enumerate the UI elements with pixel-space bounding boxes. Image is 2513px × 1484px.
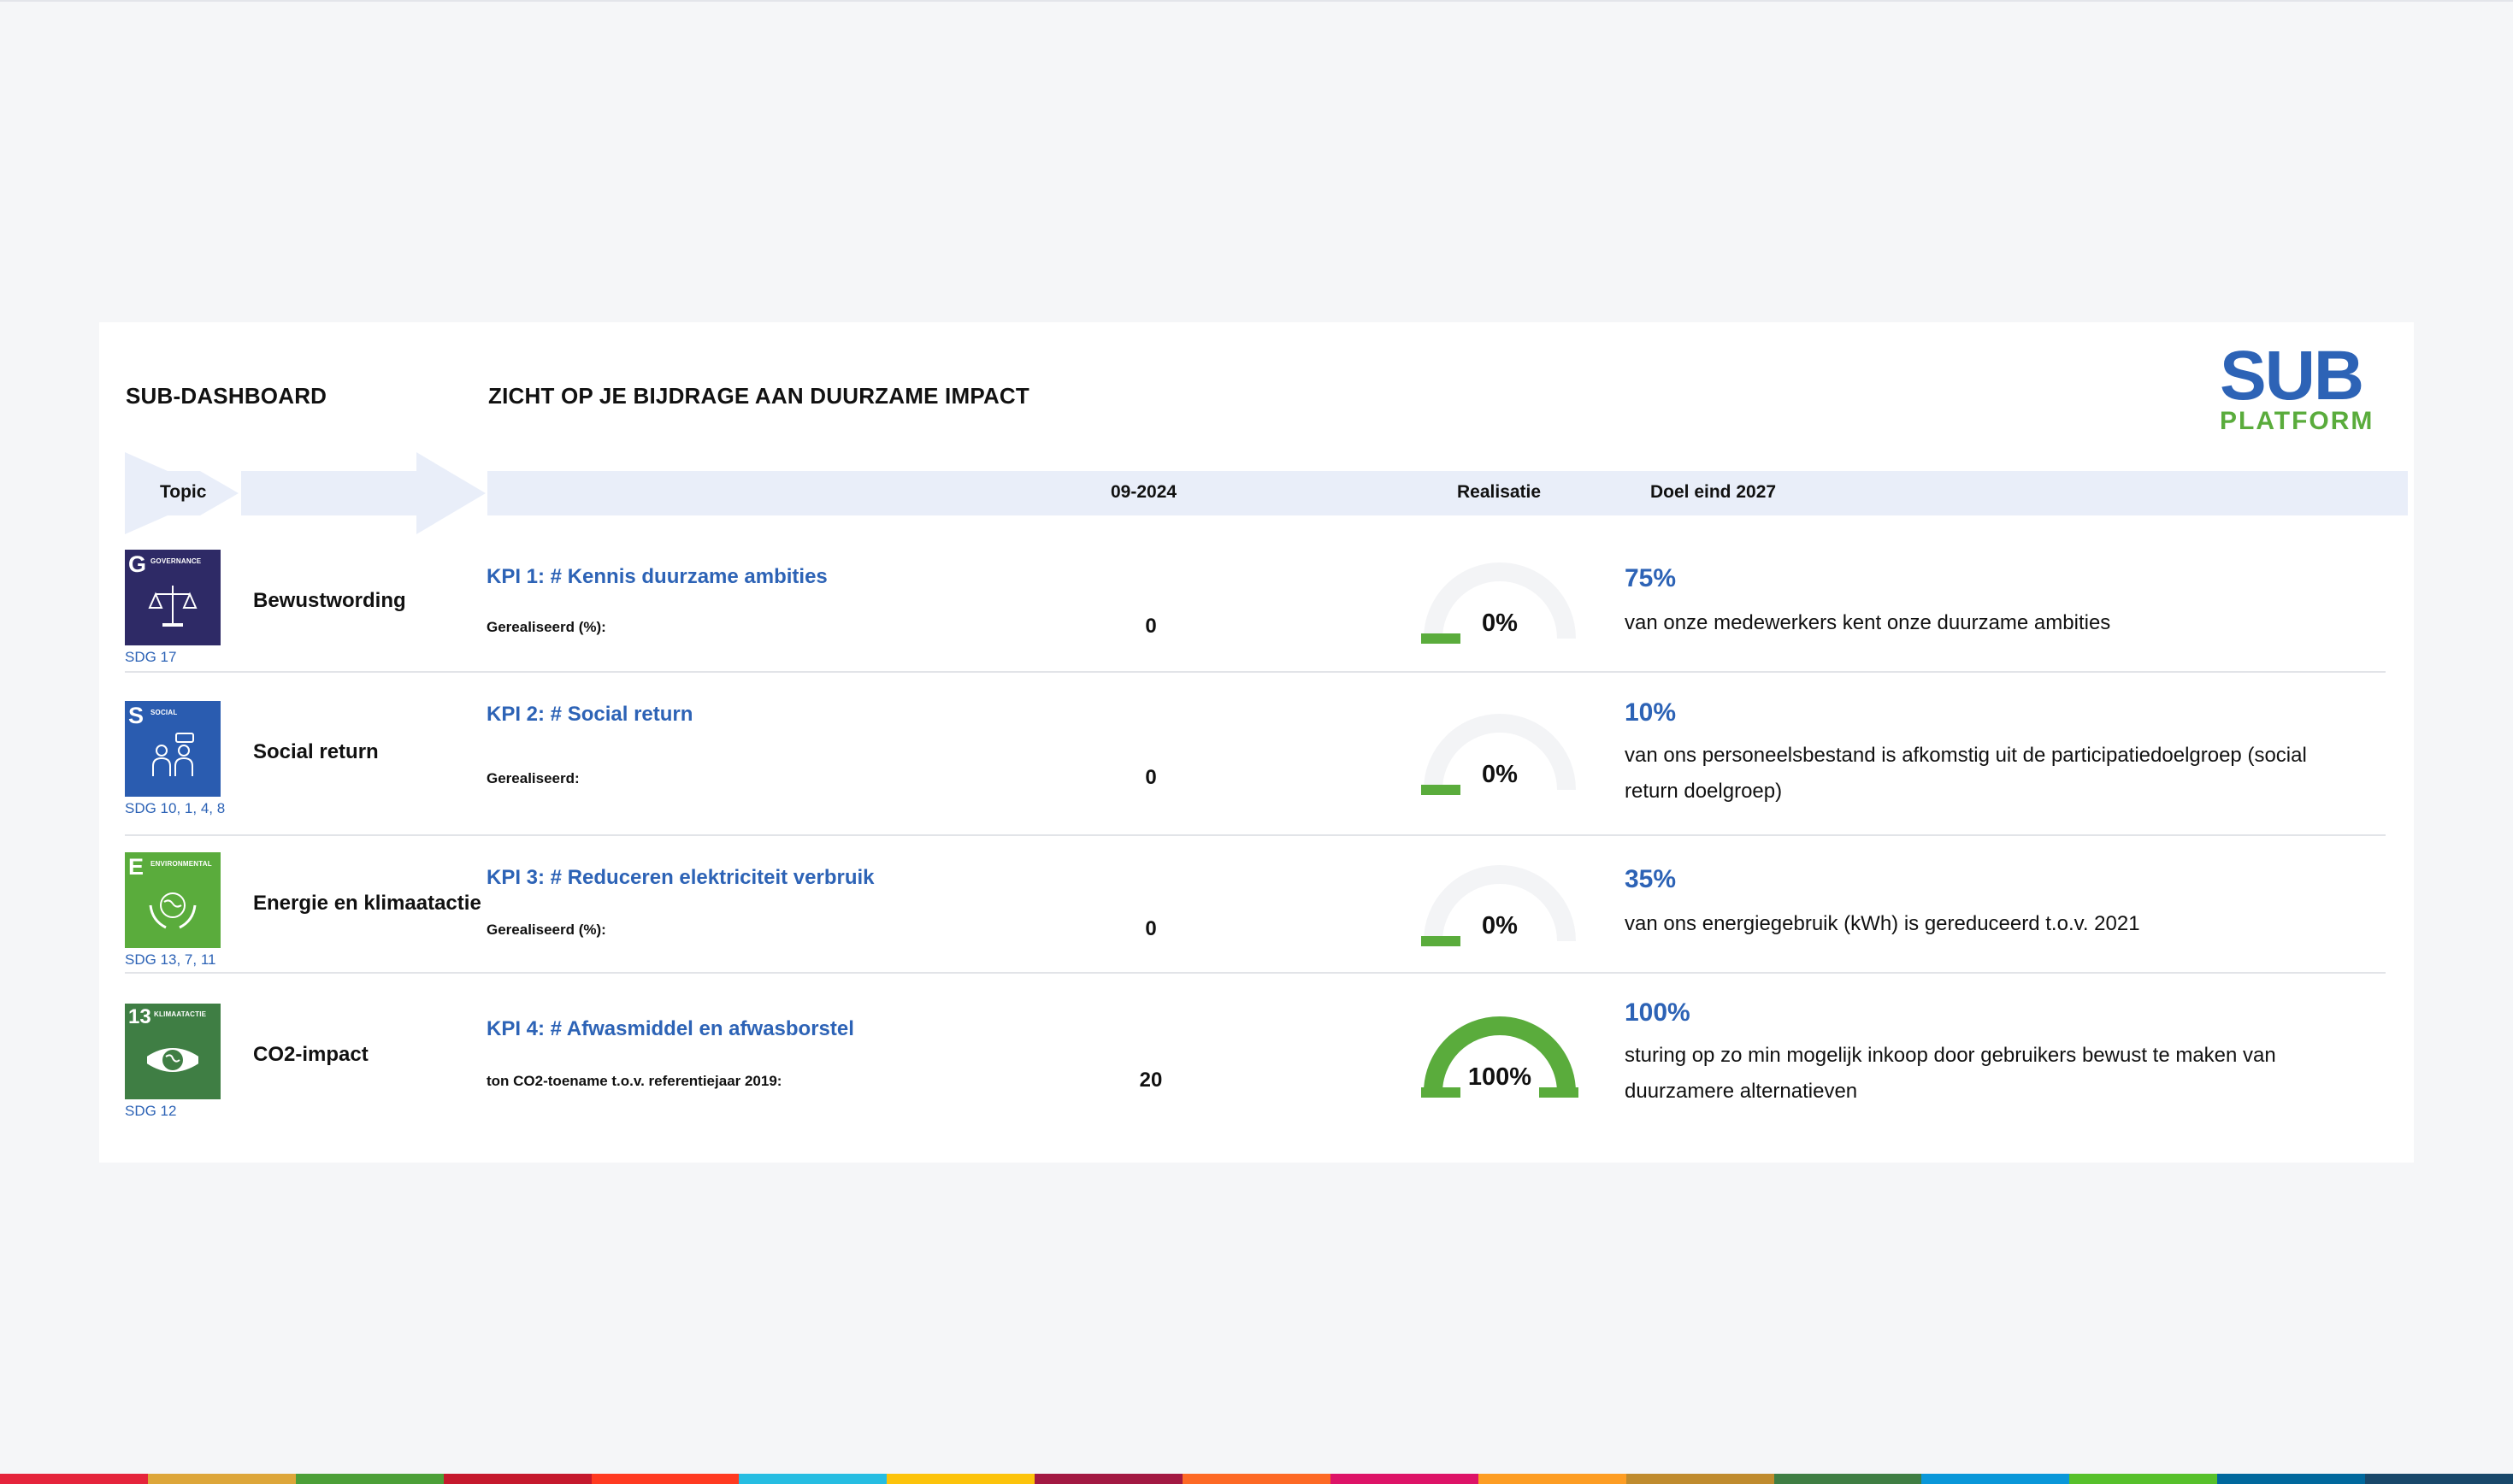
globe-hands-icon xyxy=(149,892,197,929)
row-separator xyxy=(125,972,2386,974)
column-header-realisatie: Realisatie xyxy=(1457,482,1542,502)
tile-letter: S xyxy=(128,703,145,728)
row-separator xyxy=(125,834,2386,836)
main-arrow xyxy=(487,471,2408,515)
dashboard-subtitle: ZICHT OP JE BIJDRAGE AAN DUURZAME IMPACT xyxy=(488,383,1029,409)
goal-text-4: sturing op zo min mogelijk inkoop door g… xyxy=(1625,1044,2276,1103)
sdg-color-stripe xyxy=(0,1474,2513,1484)
kpi-value-1: 0 xyxy=(1145,615,1157,638)
logo-platform-text: PLATFORM xyxy=(2220,407,2374,435)
kpi-title-3[interactable]: KPI 3: # Reduceren elektriciteit verbrui… xyxy=(487,866,875,890)
tile-label: ENVIRONMENTAL xyxy=(150,860,212,868)
dashboard-card: SUB-DASHBOARD ZICHT OP JE BIJDRAGE AAN D… xyxy=(99,322,2414,1163)
kpi-label-3: Gerealiseerd (%): xyxy=(487,922,606,938)
sdg-label: SDG 10, 1, 4, 8 xyxy=(125,800,226,816)
gauge-value-3: 0% xyxy=(1482,912,1518,939)
gauge-value-4: 100% xyxy=(1467,1063,1532,1091)
tile-label: GOVERNANCE xyxy=(150,557,202,565)
sdg-tile-environmental: E ENVIRONMENTAL xyxy=(125,852,221,948)
kpi-label-2: Gerealiseerd: xyxy=(487,770,580,786)
people-icon xyxy=(152,733,194,776)
goal-text-2: van ons personeelsbestand is afkomstig u… xyxy=(1625,744,2307,803)
sdg-label: SDG 13, 7, 11 xyxy=(125,951,216,968)
dashboard-title: SUB-DASHBOARD xyxy=(126,383,327,409)
eye-globe-icon xyxy=(147,1048,198,1072)
column-header-period: 09-2024 xyxy=(1111,482,1177,502)
sdg-tile-klimaatactie: 13 KLIMAATACTIE xyxy=(125,1004,221,1099)
goal-percent-4: 100% xyxy=(1625,998,1690,1027)
column-header-topic: Topic xyxy=(160,482,207,502)
sdg-label: SDG 12 xyxy=(125,1103,177,1119)
tile-label: SOCIAL xyxy=(150,709,178,716)
goal-percent-3: 35% xyxy=(1625,865,1677,893)
goal-text-3: van ons energiegebruik (kWh) is gereduce… xyxy=(1625,912,2140,935)
kpi-label-1: Gerealiseerd (%): xyxy=(487,619,606,635)
column-header-arrows xyxy=(125,452,2408,534)
top-border xyxy=(0,0,2513,2)
sub-platform-logo: SUB PLATFORM xyxy=(2220,337,2391,435)
tile-letter: G xyxy=(128,551,147,577)
topic-label: Social return xyxy=(253,740,379,763)
goal-text-1: van onze medewerkers kent onze duurzame … xyxy=(1625,611,2111,634)
sdg-tile-social: S SOCIAL xyxy=(125,701,221,797)
topic-label: Energie en klimaatactie xyxy=(253,892,481,915)
icon-arrow xyxy=(241,452,486,534)
sdg-label: SDG 17 xyxy=(125,649,177,665)
kpi-title-2[interactable]: KPI 2: # Social return xyxy=(487,703,693,727)
kpi-value-3: 0 xyxy=(1145,917,1157,940)
gauge-value-2: 0% xyxy=(1482,761,1518,788)
tile-letter: E xyxy=(128,854,145,880)
sdg-tile-governance: G GOVERNANCE xyxy=(125,550,221,645)
gauge-value-1: 0% xyxy=(1482,610,1518,637)
goal-percent-1: 75% xyxy=(1625,564,1677,592)
tile-label: KLIMAATACTIE xyxy=(154,1010,207,1018)
topic-label: CO2-impact xyxy=(253,1043,369,1066)
goal-percent-2: 10% xyxy=(1625,698,1677,727)
tile-letter: 13 xyxy=(128,1005,151,1028)
kpi-value-2: 0 xyxy=(1145,766,1157,789)
column-header-doel: Doel eind 2027 xyxy=(1650,482,1777,502)
kpi-label-4: ton CO2-toename t.o.v. referentiejaar 20… xyxy=(487,1073,782,1089)
logo-sub-text: SUB xyxy=(2220,337,2364,415)
kpi-title-4[interactable]: KPI 4: # Afwasmiddel en afwasborstel xyxy=(487,1017,854,1041)
row-separator xyxy=(125,671,2386,673)
kpi-value-4: 20 xyxy=(1139,1069,1163,1092)
kpi-title-1[interactable]: KPI 1: # Kennis duurzame ambities xyxy=(487,565,828,589)
topic-label: Bewustwording xyxy=(253,589,406,612)
scales-icon xyxy=(148,586,198,627)
